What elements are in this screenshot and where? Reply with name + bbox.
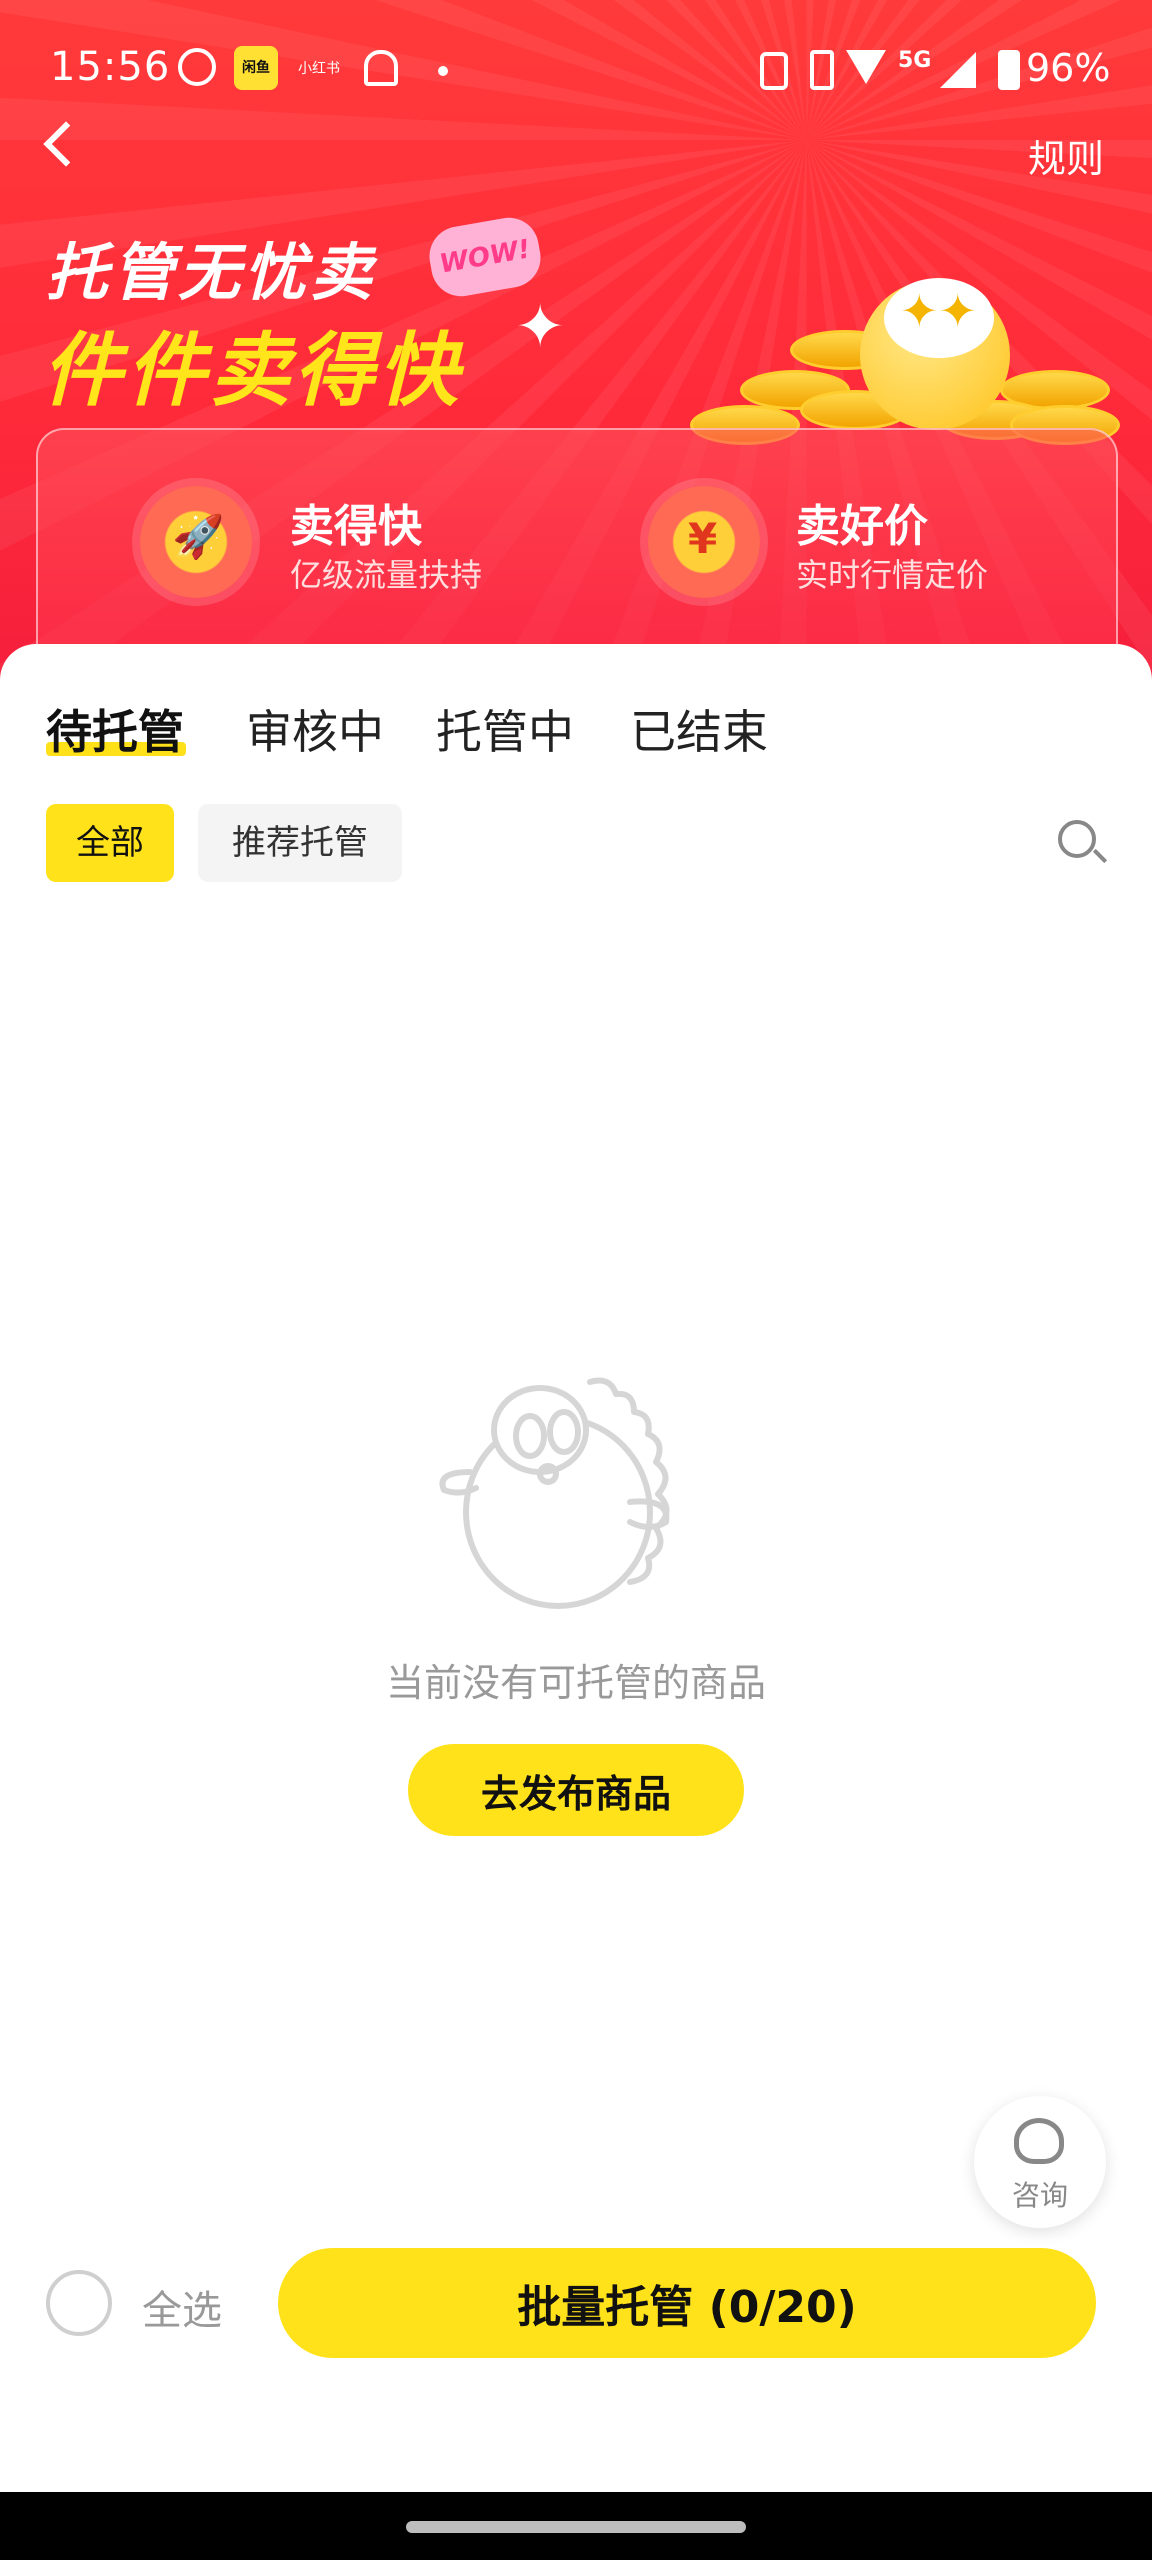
home-handle[interactable] <box>406 2521 746 2533</box>
feature-subtitle-fast: 亿级流量扶持 <box>290 556 483 594</box>
rules-link[interactable]: 规则 <box>1028 128 1104 183</box>
xianyu-app-icon: 闲鱼 <box>234 46 278 90</box>
sim-icon <box>810 50 834 90</box>
network-type: 5G <box>898 48 932 73</box>
feature-title-price: 卖好价 <box>796 501 928 552</box>
tab-pending[interactable]: 待托管 <box>46 696 184 762</box>
batch-host-count: (0/20) <box>708 2282 857 2333</box>
filter-chip-all[interactable]: 全部 <box>46 804 174 882</box>
tab-ended[interactable]: 已结束 <box>630 696 768 762</box>
banner-title-line1: 托管无忧卖 <box>46 236 377 309</box>
yen-glyph: ¥ <box>688 514 718 563</box>
publish-item-button[interactable]: 去发布商品 <box>408 1744 744 1836</box>
filter-chip-recommended[interactable]: 推荐托管 <box>198 804 402 882</box>
status-bar: 15:56 闲鱼 小红书 5G 96% <box>0 0 1152 140</box>
signal-icon <box>940 52 976 88</box>
wifi-icon <box>846 50 886 84</box>
consult-label: 咨询 <box>1011 2179 1068 2212</box>
vibrate-icon <box>760 52 788 90</box>
banner-title-line2: 件件卖得快 <box>42 324 462 417</box>
sparkle-icon: ✦ <box>515 292 566 362</box>
tab-reviewing[interactable]: 审核中 <box>246 696 384 762</box>
tab-hosting[interactable]: 托管中 <box>436 696 574 762</box>
status-time: 15:56 <box>50 44 171 90</box>
select-all-radio[interactable] <box>46 2270 112 2336</box>
feature-title-fast: 卖得快 <box>290 501 422 552</box>
battery-level: 96% <box>1026 46 1111 90</box>
empty-state-message: 当前没有可托管的商品 <box>385 1661 766 1705</box>
rocket-glyph: 🚀 <box>172 512 225 561</box>
empty-mascot-icon <box>439 1377 670 1609</box>
search-icon[interactable] <box>1058 820 1096 858</box>
batch-host-label: 批量托管 <box>517 2282 694 2333</box>
alarm-icon <box>178 48 216 86</box>
notification-dot-icon <box>438 66 448 76</box>
notification-bell-icon <box>364 50 398 86</box>
feature-subtitle-price: 实时行情定价 <box>796 556 989 594</box>
battery-icon <box>998 50 1020 90</box>
mascot-sparkle-icon: ✦✦ <box>900 284 978 338</box>
headset-icon <box>1014 2118 1064 2164</box>
select-all-label[interactable]: 全选 <box>142 2278 222 2336</box>
batch-host-button[interactable]: 批量托管 (0/20) <box>278 2248 1096 2358</box>
redbook-app-icon: 小红书 <box>298 61 340 77</box>
